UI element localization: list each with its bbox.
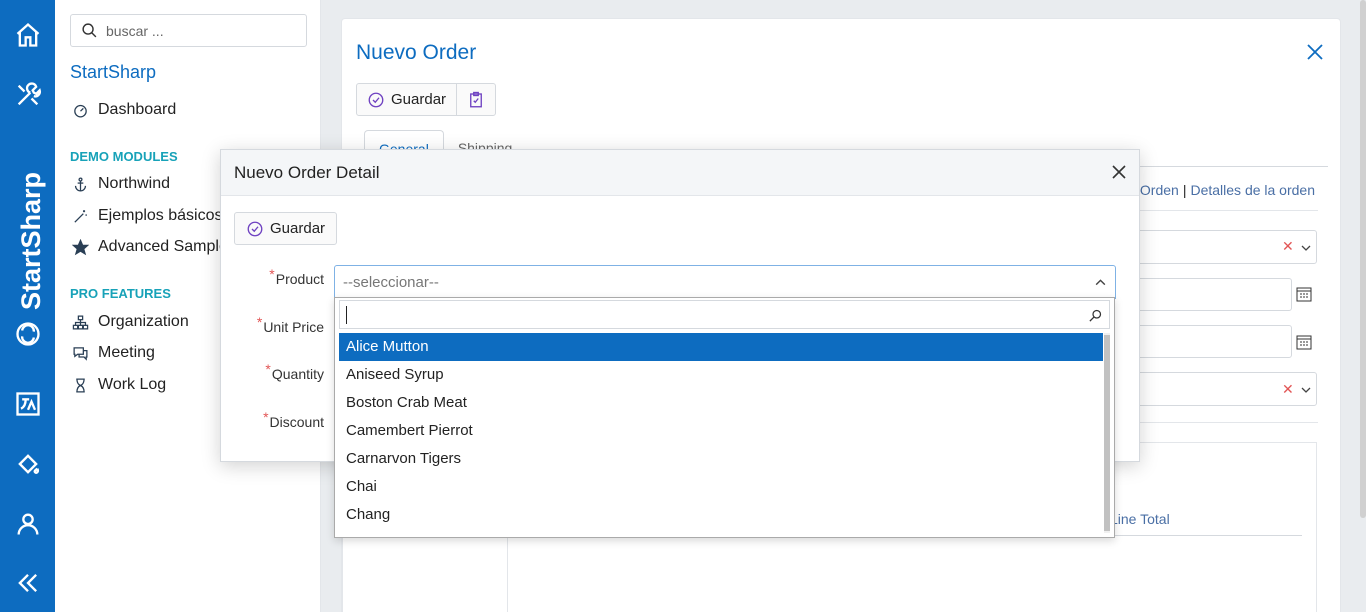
section-links: Orden | Detalles de la orden (1140, 182, 1315, 198)
calendar-icon[interactable] (1296, 334, 1312, 350)
dropdown-option[interactable]: Camembert Pierrot (339, 417, 1103, 445)
discount-label: *Discount (263, 409, 324, 430)
sidebar-item-advanced[interactable]: Advanced Samples (70, 235, 236, 259)
sidebar-item-label: Meeting (98, 344, 155, 361)
save-button[interactable]: Guardar (357, 84, 456, 115)
required-date-input[interactable] (1132, 325, 1292, 358)
search-input[interactable]: buscar ... (70, 14, 307, 47)
required-mark: * (265, 361, 271, 377)
page-title: Nuevo Order (356, 41, 477, 64)
calendar-icon[interactable] (1296, 286, 1312, 302)
link-separator: | (1182, 182, 1187, 198)
chevron-down-icon[interactable] (1300, 242, 1312, 254)
sidebar-item-label: Ejemplos básicos (98, 207, 223, 224)
star-icon (70, 237, 90, 257)
save-button-label: Guardar (391, 91, 447, 108)
grid-column-line-total[interactable]: Line Total (1110, 511, 1170, 527)
user-icon[interactable] (0, 506, 55, 542)
hourglass-icon (70, 375, 90, 395)
divider (1132, 422, 1318, 423)
clipboard-check-icon (470, 91, 482, 107)
close-icon[interactable] (1306, 43, 1324, 61)
check-circle-icon (368, 92, 384, 107)
search-icon (1089, 309, 1102, 322)
required-mark: * (256, 314, 263, 330)
text-caret (346, 306, 347, 324)
modal-title: Nuevo Order Detail (234, 163, 380, 182)
dropdown-option[interactable]: Chai (339, 473, 1103, 501)
sidebar-item-worklog[interactable]: Work Log (70, 373, 166, 397)
sidebar-item-northwind[interactable]: Northwind (70, 172, 170, 196)
page-scrollbar[interactable] (1360, 0, 1366, 518)
anchor-icon (70, 174, 90, 194)
product-dropdown: Alice Mutton Aniseed Syrup Boston Crab Mea… (334, 297, 1115, 538)
chevron-up-icon[interactable] (1094, 276, 1107, 289)
sidebar-section-pro: PRO FEATURES (70, 286, 171, 301)
tools-icon[interactable] (0, 77, 55, 113)
sidebar-item-organization[interactable]: Organization (70, 310, 189, 334)
logo-swirl-icon (0, 316, 55, 352)
required-mark: * (263, 409, 269, 425)
dropdown-scrollbar[interactable] (1104, 333, 1110, 533)
home-icon[interactable] (0, 17, 55, 53)
link-detalles[interactable]: Detalles de la orden (1190, 182, 1315, 198)
dropdown-search-input[interactable] (339, 300, 1110, 329)
product-select[interactable]: --seleccionar-- (334, 265, 1116, 299)
paint-bucket-icon[interactable] (0, 446, 55, 482)
sidebar-item-label: Northwind (98, 175, 171, 192)
chevron-down-icon[interactable] (1300, 384, 1312, 396)
sidebar-item-ejemplos[interactable]: Ejemplos básicos (70, 204, 223, 228)
icon-rail: StartSharp (0, 0, 55, 612)
grid-header-line (1112, 535, 1302, 536)
product-label: *Product (269, 266, 324, 287)
clear-icon[interactable]: ✕ (1282, 238, 1294, 255)
sidebar-item-label: Advanced Samples (98, 238, 236, 255)
order-toolbar: Guardar (356, 83, 497, 116)
dropdown-option[interactable]: Aniseed Syrup (339, 361, 1103, 389)
close-icon[interactable] (1111, 164, 1127, 180)
sidebar-item-meeting[interactable]: Meeting (70, 341, 155, 365)
search-placeholder: buscar ... (106, 22, 164, 39)
dropdown-options: Alice Mutton Aniseed Syrup Boston Crab Mea… (339, 333, 1103, 533)
link-orden[interactable]: Orden (1140, 182, 1179, 198)
sidebar-item-label: Work Log (98, 376, 167, 393)
gauge-icon (70, 100, 90, 120)
divider (1132, 210, 1318, 211)
dropdown-option[interactable]: Chang (339, 501, 1103, 529)
sidebar-section-demo: DEMO MODULES (70, 149, 178, 164)
check-circle-icon (247, 221, 263, 236)
dropdown-option[interactable]: Boston Crab Meat (339, 389, 1103, 417)
apply-button[interactable] (456, 84, 495, 115)
chat-icon (70, 343, 90, 363)
modal-save-label: Guardar (270, 220, 326, 237)
clear-icon[interactable]: ✕ (1282, 381, 1294, 398)
translate-icon[interactable] (0, 386, 55, 422)
sidebar-item-label: Organization (98, 313, 189, 330)
dropdown-option[interactable]: Carnarvon Tigers (339, 445, 1103, 473)
required-mark: * (269, 266, 275, 282)
org-chart-icon (70, 312, 90, 332)
modal-save-button[interactable]: Guardar (234, 212, 338, 245)
sidebar-item-dashboard[interactable]: Dashboard (70, 98, 176, 122)
quantity-label: *Quantity (265, 361, 324, 382)
product-placeholder: --seleccionar-- (343, 273, 439, 291)
scrollbar-thumb[interactable] (1104, 335, 1110, 531)
search-icon (82, 23, 97, 38)
sidebar-app-title[interactable]: StartSharp (70, 62, 156, 83)
unit-price-label: *Unit Price (256, 314, 324, 335)
order-date-input[interactable] (1132, 278, 1292, 311)
dropdown-option[interactable]: Alice Mutton (339, 333, 1103, 361)
sidebar-item-label: Dashboard (98, 101, 177, 118)
collapse-icon[interactable] (0, 565, 55, 601)
magic-wand-icon (70, 206, 90, 226)
modal-header: Nuevo Order Detail (221, 150, 1139, 196)
